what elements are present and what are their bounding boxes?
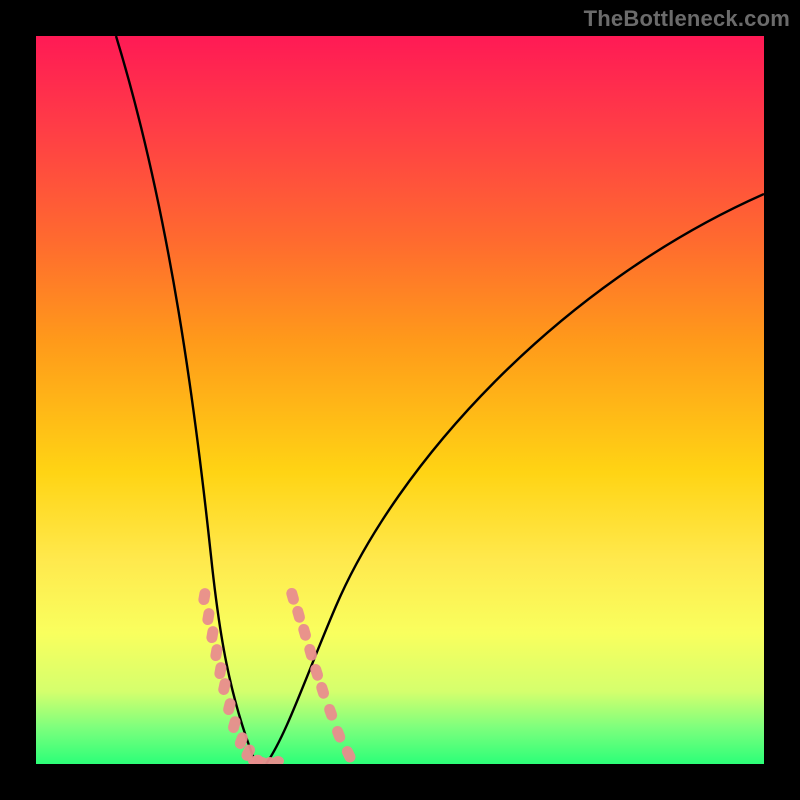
watermark-text: TheBottleneck.com bbox=[584, 6, 790, 32]
left-markers bbox=[198, 587, 266, 764]
chart-frame: TheBottleneck.com bbox=[0, 0, 800, 800]
right-markers bbox=[285, 587, 357, 764]
left-curve bbox=[116, 36, 256, 764]
bottom-markers bbox=[248, 756, 284, 764]
plot-area bbox=[36, 36, 764, 764]
right-curve bbox=[266, 194, 764, 764]
chart-svg bbox=[36, 36, 764, 764]
